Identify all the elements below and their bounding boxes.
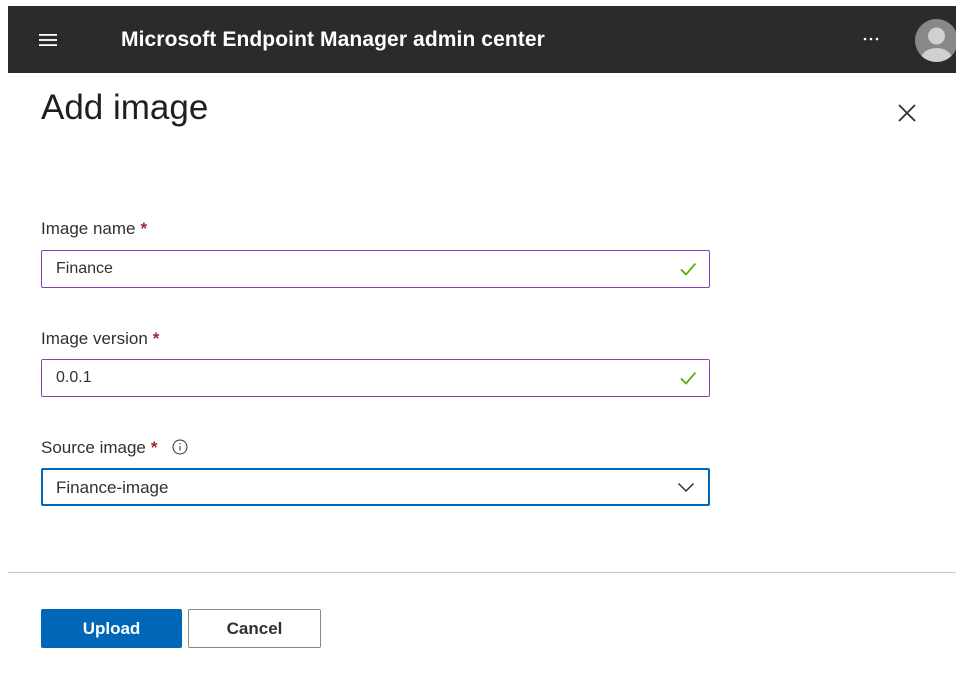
image-version-field[interactable] (41, 359, 710, 397)
required-marker: * (150, 438, 158, 457)
hamburger-menu-icon[interactable] (34, 26, 62, 54)
source-image-selected-value: Finance-image (56, 478, 169, 497)
ellipsis-icon[interactable] (856, 28, 886, 50)
image-version-label-text: Image version (41, 329, 148, 348)
app-title: Microsoft Endpoint Manager admin center (121, 28, 545, 51)
panel-title: Add image (41, 88, 209, 127)
source-image-label-text: Source image (41, 438, 146, 457)
required-marker: * (152, 329, 160, 348)
image-name-input[interactable] (42, 251, 662, 287)
upload-button[interactable]: Upload (41, 609, 182, 648)
top-navigation-bar: Microsoft Endpoint Manager admin center (8, 6, 956, 73)
checkmark-icon (680, 371, 697, 385)
image-version-label: Image version * (41, 329, 159, 349)
user-avatar-icon[interactable] (915, 19, 956, 62)
checkmark-icon (680, 262, 697, 276)
close-icon[interactable] (895, 101, 919, 125)
footer-divider (8, 572, 956, 573)
chevron-down-icon (677, 482, 695, 493)
image-version-input[interactable] (42, 360, 662, 396)
cancel-button[interactable]: Cancel (188, 609, 321, 648)
required-marker: * (140, 219, 148, 238)
image-name-field[interactable] (41, 250, 710, 288)
source-image-dropdown[interactable]: Finance-image (41, 468, 710, 506)
image-name-label: Image name * (41, 219, 147, 239)
image-name-label-text: Image name (41, 219, 136, 238)
info-icon[interactable] (172, 439, 188, 455)
source-image-label: Source image * (41, 438, 188, 458)
